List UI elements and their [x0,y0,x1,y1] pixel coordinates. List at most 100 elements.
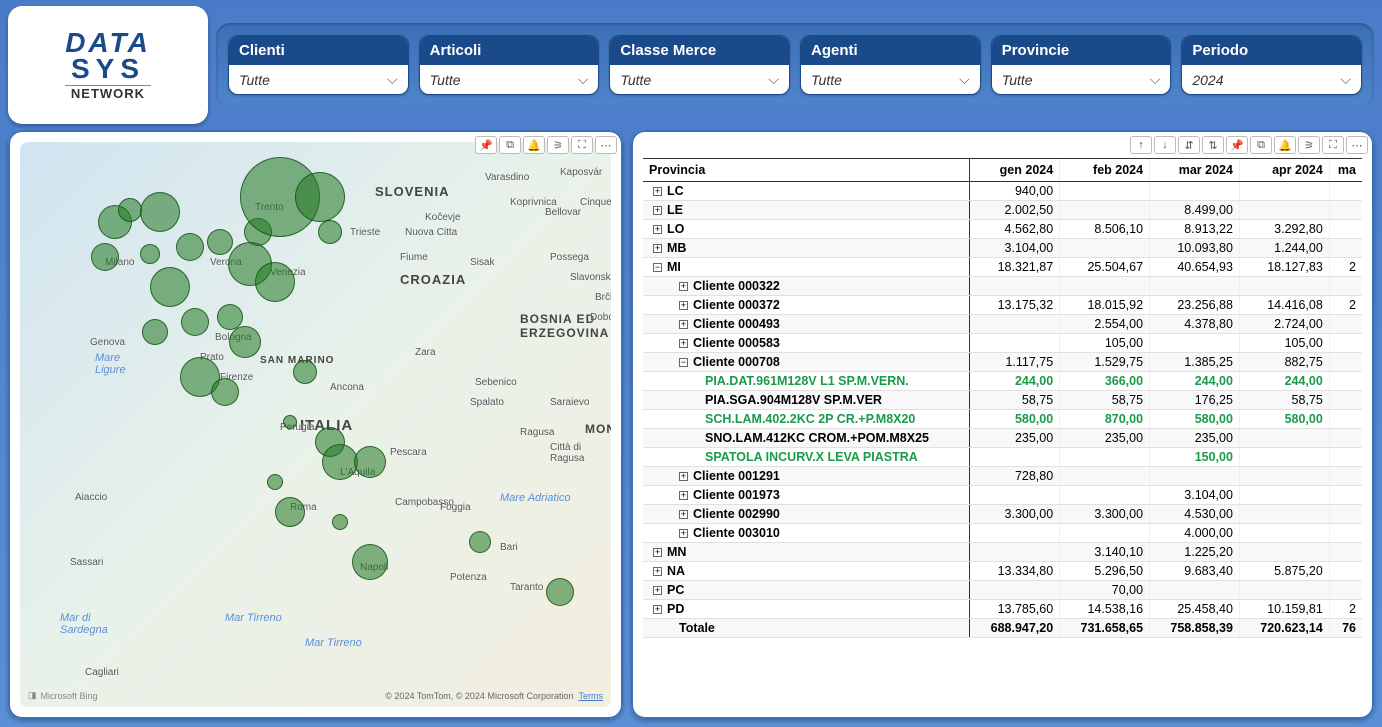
col-header[interactable]: gen 2024 [970,159,1060,182]
table-row[interactable]: −Cliente 0007081.117,751.529,751.385,258… [643,353,1362,372]
data-bubble[interactable] [332,514,348,530]
expander-icon[interactable]: − [679,358,688,367]
data-bubble[interactable] [142,319,168,345]
filter-dropdown[interactable]: Tutte⌵ [229,65,408,94]
filter-icon[interactable]: ⚞ [1298,136,1320,154]
table-row[interactable]: PIA.SGA.904M128V SP.M.VER58,7558,75176,2… [643,391,1362,410]
expander-icon[interactable]: + [653,225,662,234]
map[interactable]: ITALIASLOVENIACROAZIABOSNIA EDERZEGOVINA… [20,142,611,707]
copy-icon[interactable]: ⧉ [499,136,521,154]
collapse-icon[interactable]: ⇅ [1202,136,1224,154]
data-bubble[interactable] [140,244,160,264]
expand-all-icon[interactable]: ⇵ [1178,136,1200,154]
expander-icon[interactable]: + [653,244,662,253]
data-bubble[interactable] [176,233,204,261]
expander-icon[interactable]: + [679,282,688,291]
table-row[interactable]: PIA.DAT.961M128V L1 SP.M.VERN.244,00366,… [643,372,1362,391]
table-row[interactable]: +Cliente 0004932.554,004.378,802.724,00 [643,315,1362,334]
table-row[interactable]: +Cliente 0019733.104,00 [643,486,1362,505]
bell-icon[interactable]: 🔔 [1274,136,1296,154]
filter-agenti[interactable]: AgentiTutte⌵ [800,35,981,95]
focus-icon[interactable]: ⛶ [1322,136,1344,154]
table-row[interactable]: +Cliente 0030104.000,00 [643,524,1362,543]
table-row[interactable]: SPATOLA INCURV.X LEVA PIASTRA150,00 [643,448,1362,467]
table-row[interactable]: +LE2.002,508.499,00 [643,201,1362,220]
table-row[interactable]: +Cliente 001291728,80 [643,467,1362,486]
pin-icon[interactable]: 📌 [475,136,497,154]
drill-down-icon[interactable]: ↓ [1154,136,1176,154]
expander-icon[interactable]: + [653,187,662,196]
col-header[interactable]: apr 2024 [1239,159,1329,182]
data-bubble[interactable] [207,229,233,255]
pin-icon[interactable]: 📌 [1226,136,1248,154]
table-row[interactable]: −MI18.321,8725.504,6740.654,9318.127,832 [643,258,1362,277]
data-bubble[interactable] [211,378,239,406]
data-bubble[interactable] [118,198,142,222]
table-row[interactable]: +Cliente 0029903.300,003.300,004.530,00 [643,505,1362,524]
table-row[interactable]: SNO.LAM.412KC CROM.+POM.M8X25235,00235,0… [643,429,1362,448]
map-terms-link[interactable]: Terms [579,691,604,701]
data-bubble[interactable] [255,262,295,302]
more-icon[interactable]: ⋯ [595,136,617,154]
table-row[interactable]: +MN3.140,101.225,20 [643,543,1362,562]
more-icon[interactable]: ⋯ [1346,136,1368,154]
expander-icon[interactable]: + [653,548,662,557]
expander-icon[interactable]: + [679,491,688,500]
data-bubble[interactable] [91,243,119,271]
expander-icon[interactable]: + [679,472,688,481]
table-row[interactable]: +Cliente 00037213.175,3218.015,9223.256,… [643,296,1362,315]
expander-icon[interactable]: − [653,263,662,272]
filter-icon[interactable]: ⚞ [547,136,569,154]
table-row[interactable]: +Cliente 000583105,00105,00 [643,334,1362,353]
col-header[interactable]: ma [1329,159,1362,182]
expander-icon[interactable]: + [653,567,662,576]
col-header[interactable]: mar 2024 [1150,159,1240,182]
data-bubble[interactable] [546,578,574,606]
data-bubble[interactable] [267,474,283,490]
filter-articoli[interactable]: ArticoliTutte⌵ [419,35,600,95]
table-row[interactable]: +MB3.104,0010.093,801.244,00 [643,239,1362,258]
table-row[interactable]: +NA13.334,805.296,509.683,405.875,20 [643,562,1362,581]
pivot-table[interactable]: Provinciagen 2024feb 2024mar 2024apr 202… [643,159,1362,638]
table-row[interactable]: SCH.LAM.402.2KC 2P CR.+P.M8X20580,00870,… [643,410,1362,429]
filter-dropdown[interactable]: 2024⌵ [1182,65,1361,94]
table-row[interactable]: +LC940,00 [643,182,1362,201]
table-row[interactable]: +PD13.785,6014.538,1625.458,4010.159,812 [643,600,1362,619]
filter-provincie[interactable]: ProvincieTutte⌵ [991,35,1172,95]
expander-icon[interactable]: + [679,320,688,329]
expander-icon[interactable]: + [679,301,688,310]
data-bubble[interactable] [352,544,388,580]
expander-icon[interactable]: + [679,339,688,348]
data-bubble[interactable] [293,360,317,384]
data-bubble[interactable] [140,192,180,232]
expander-icon[interactable]: + [679,510,688,519]
filter-dropdown[interactable]: Tutte⌵ [610,65,789,94]
copy-icon[interactable]: ⧉ [1250,136,1272,154]
filter-periodo[interactable]: Periodo2024⌵ [1181,35,1362,95]
expander-icon[interactable]: + [653,586,662,595]
expander-icon[interactable]: + [653,605,662,614]
data-bubble[interactable] [229,326,261,358]
drill-up-icon[interactable]: ↑ [1130,136,1152,154]
data-bubble[interactable] [322,444,358,480]
data-bubble[interactable] [181,308,209,336]
data-bubble[interactable] [275,497,305,527]
data-bubble[interactable] [150,267,190,307]
focus-icon[interactable]: ⛶ [571,136,593,154]
table-row[interactable]: +Cliente 000322 [643,277,1362,296]
filter-classe-merce[interactable]: Classe MerceTutte⌵ [609,35,790,95]
col-header[interactable]: feb 2024 [1060,159,1150,182]
data-bubble[interactable] [469,531,491,553]
data-bubble[interactable] [354,446,386,478]
filter-dropdown[interactable]: Tutte⌵ [992,65,1171,94]
data-bubble[interactable] [295,172,345,222]
data-bubble[interactable] [318,220,342,244]
expander-icon[interactable]: + [679,529,688,538]
expander-icon[interactable]: + [653,206,662,215]
data-bubble[interactable] [283,415,297,429]
filter-dropdown[interactable]: Tutte⌵ [801,65,980,94]
filter-clienti[interactable]: ClientiTutte⌵ [228,35,409,95]
bell-icon[interactable]: 🔔 [523,136,545,154]
filter-dropdown[interactable]: Tutte⌵ [420,65,599,94]
table-row[interactable]: +PC70,00 [643,581,1362,600]
